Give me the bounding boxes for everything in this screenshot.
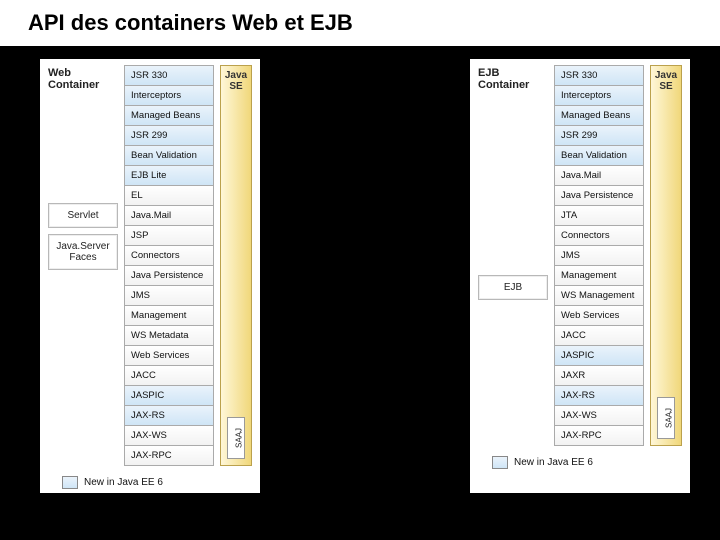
component-box: Servlet <box>48 203 118 228</box>
api-cell: JASPIC <box>554 345 644 365</box>
legend-swatch <box>492 456 508 469</box>
api-cell: JAX-RS <box>124 405 214 425</box>
api-cell: JAX-RPC <box>124 445 214 466</box>
legend-left: New in Java EE 6 <box>62 476 163 489</box>
legend-right: New in Java EE 6 <box>492 456 593 469</box>
api-cell: Connectors <box>124 245 214 265</box>
api-cell: JSP <box>124 225 214 245</box>
api-cell: WS Management <box>554 285 644 305</box>
diagram-stage: Web Container Servlet Java.Server Faces J… <box>0 47 720 493</box>
api-cell: JMS <box>554 245 644 265</box>
api-cell: JMS <box>124 285 214 305</box>
api-cell: JAXR <box>554 365 644 385</box>
api-cell: EJB Lite <box>124 165 214 185</box>
ejb-container-header: EJB Container <box>478 65 548 95</box>
api-cell: Bean Validation <box>554 145 644 165</box>
legend-text: New in Java EE 6 <box>514 457 593 468</box>
api-cell: EL <box>124 185 214 205</box>
javase-label: Java SE <box>651 70 681 92</box>
api-cell: JTA <box>554 205 644 225</box>
web-container-header: Web Container <box>48 65 118 95</box>
api-cell: Java Persistence <box>124 265 214 285</box>
api-stack-web: JSR 330InterceptorsManaged BeansJSR 299B… <box>124 65 214 466</box>
legend-text: New in Java EE 6 <box>84 477 163 488</box>
api-cell: Management <box>554 265 644 285</box>
api-cell: Interceptors <box>124 85 214 105</box>
component-box: Java.Server Faces <box>48 234 118 270</box>
saaj-box-right: SAAJ <box>657 397 675 439</box>
api-cell: Web Services <box>554 305 644 325</box>
api-cell: JAX-RPC <box>554 425 644 446</box>
javase-label: Java SE <box>221 70 251 92</box>
javase-column-left: Java SE SAAJ <box>220 65 252 466</box>
api-cell: JSR 299 <box>554 125 644 145</box>
api-cell: Management <box>124 305 214 325</box>
saaj-box-left: SAAJ <box>227 417 245 459</box>
api-cell: JASPIC <box>124 385 214 405</box>
api-cell: Java.Mail <box>124 205 214 225</box>
component-box: EJB <box>478 275 548 300</box>
api-cell: JAX-WS <box>124 425 214 445</box>
api-cell: Managed Beans <box>124 105 214 125</box>
api-cell: WS Metadata <box>124 325 214 345</box>
api-cell: Java Persistence <box>554 185 644 205</box>
api-cell: Java.Mail <box>554 165 644 185</box>
saaj-label: SAAJ <box>235 428 244 448</box>
javase-column-right: Java SE SAAJ <box>650 65 682 446</box>
api-cell: JACC <box>124 365 214 385</box>
web-container-panel: Web Container Servlet Java.Server Faces J… <box>40 59 260 493</box>
api-cell: Interceptors <box>554 85 644 105</box>
legend-swatch <box>62 476 78 489</box>
api-cell: JAX-RS <box>554 385 644 405</box>
api-cell: Bean Validation <box>124 145 214 165</box>
api-cell: JSR 299 <box>124 125 214 145</box>
api-cell: Connectors <box>554 225 644 245</box>
api-cell: JAX-WS <box>554 405 644 425</box>
api-cell: Managed Beans <box>554 105 644 125</box>
api-cell: JSR 330 <box>124 65 214 85</box>
slide-title: API des containers Web et EJB <box>0 0 720 47</box>
api-cell: JACC <box>554 325 644 345</box>
saaj-label: SAAJ <box>665 408 674 428</box>
api-stack-ejb: JSR 330InterceptorsManaged BeansJSR 299B… <box>554 65 644 446</box>
api-cell: Web Services <box>124 345 214 365</box>
api-cell: JSR 330 <box>554 65 644 85</box>
ejb-container-panel: EJB Container EJB JSR 330InterceptorsMan… <box>470 59 690 493</box>
